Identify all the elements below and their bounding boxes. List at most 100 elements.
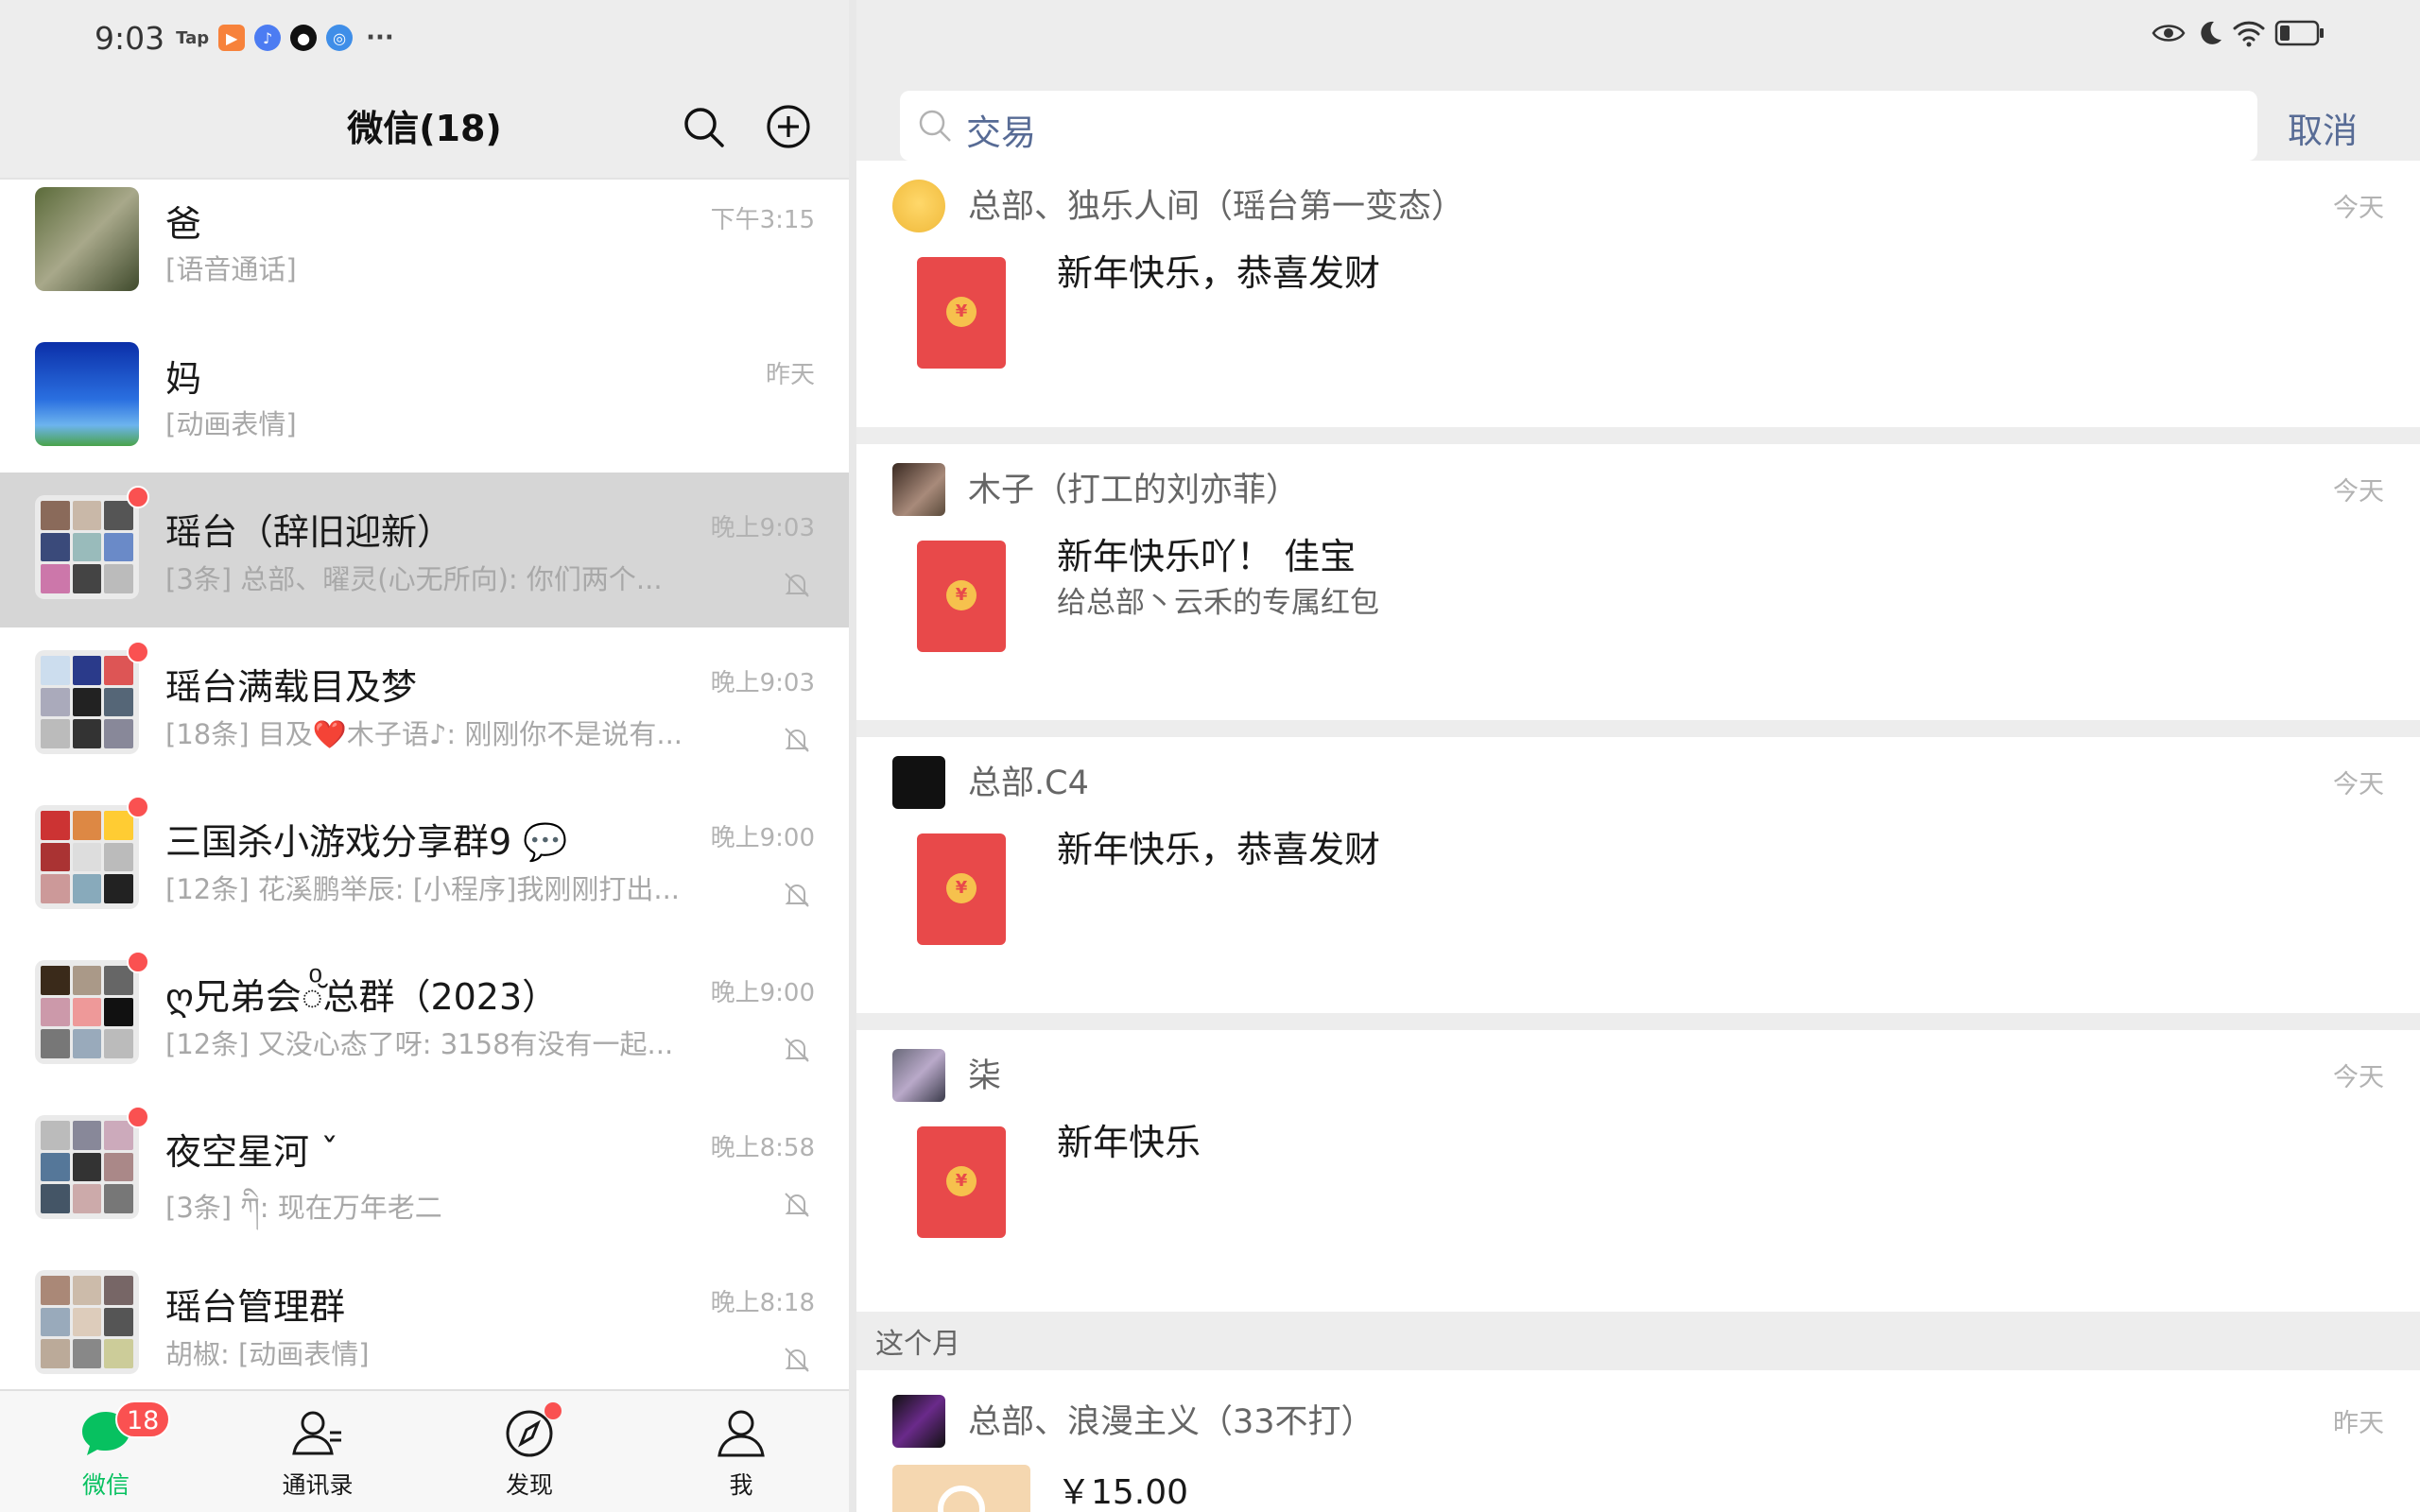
result-item[interactable]: 总部、浪漫主义（33不打） 昨天 ￥15.00 xyxy=(856,1370,2420,1512)
mute-bell-icon xyxy=(785,1348,809,1372)
moon-icon xyxy=(2201,21,2221,44)
result-item[interactable]: 总部、独乐人间（瑶台第一变态） 今天 ¥ 新年快乐，恭喜发财 xyxy=(856,161,2420,427)
result-time: 今天 xyxy=(2333,770,2384,799)
group-avatar xyxy=(35,1270,139,1374)
result-subtitle: 给总部丶云禾的专属红包 xyxy=(1057,586,1379,620)
avatar xyxy=(35,187,139,291)
group-avatar xyxy=(35,650,139,754)
avatar xyxy=(892,180,945,232)
chat-preview: [3条] ཀི: 现在万年老二 xyxy=(165,1192,442,1224)
chat-item-brotherhood[interactable]: ღ兄弟会◌ͦ̆总群（2023） [12条] 又没心态了呀: 3158有没有一起.… xyxy=(0,937,849,1092)
result-time: 今天 xyxy=(2333,194,2384,223)
wifi-icon xyxy=(2233,21,2265,47)
group-avatar xyxy=(35,805,139,909)
search-icon[interactable] xyxy=(681,104,726,149)
chat-item-sanguosha[interactable]: 三国杀小游戏分享群9 💬 [12条] 花溪鹏举辰: [小程序]我刚刚打出... … xyxy=(0,782,849,937)
chat-name: ღ兄弟会◌ͦ̆总群（2023） xyxy=(165,976,559,1018)
taptap-icon: Tap xyxy=(176,27,210,48)
music-app-icon: ♪ xyxy=(254,25,282,51)
unread-dot xyxy=(127,486,149,508)
chat-item-yekong[interactable]: 夜空星河 ˇ [3条] ཀི: 现在万年老二 晚上8:58 xyxy=(0,1092,849,1247)
status-time: 9:03 xyxy=(95,19,165,57)
tab-me[interactable]: 我 xyxy=(684,1408,798,1501)
chat-name: 瑶台（辞旧迎新） xyxy=(165,511,454,553)
contacts-icon xyxy=(292,1411,341,1455)
avatar xyxy=(892,1049,945,1102)
result-time: 今天 xyxy=(2333,477,2384,507)
result-sender: 总部、独乐人间（瑶台第一变态） xyxy=(968,188,1465,226)
group-avatar xyxy=(35,495,139,599)
mute-bell-icon xyxy=(785,728,809,752)
pane-divider[interactable] xyxy=(849,0,856,1512)
chat-time: 下午3:15 xyxy=(710,206,815,234)
person-icon xyxy=(717,1410,765,1457)
result-message: 新年快乐，恭喜发财 xyxy=(1057,252,1381,294)
chat-preview: [12条] 又没心态了呀: 3158有没有一起... xyxy=(165,1028,674,1060)
result-message: 新年快乐吖！ 佳宝 xyxy=(1057,536,1357,577)
result-item[interactable]: 木子（打工的刘亦菲） 今天 ¥ 新年快乐吖！ 佳宝 给总部丶云禾的专属红包 xyxy=(856,444,2420,720)
status-bar-right xyxy=(2152,19,2325,47)
battery-icon xyxy=(2274,20,2324,46)
chat-item-mom[interactable]: 妈 [动画表情] 昨天 xyxy=(0,335,849,490)
chat-name: 瑶台满载目及梦 xyxy=(165,666,418,708)
mute-bell-icon xyxy=(785,1193,809,1217)
transfer-amount: ￥15.00 xyxy=(1057,1473,1189,1512)
result-time: 今天 xyxy=(2333,1063,2384,1092)
chat-preview: [动画表情] xyxy=(165,408,297,440)
chat-item-yaotai-admin[interactable]: 瑶台管理群 胡椒: [动画表情] 晚上8:18 xyxy=(0,1247,849,1389)
tab-discover[interactable]: 发现 xyxy=(473,1402,586,1501)
chat-preview: [18条] 目及❤️木子语♪: 刚刚你不是说有... xyxy=(165,718,683,750)
chat-name: 瑶台管理群 xyxy=(165,1286,346,1328)
chat-list-pane: 9:03 Tap ▶ ♪ ● ◎ ··· 微信(18) 爸 [语音通话] 下午3… xyxy=(0,0,849,1512)
chat-preview: [12条] 花溪鹏举辰: [小程序]我刚刚打出... xyxy=(165,873,681,905)
video-app-icon: ▶ xyxy=(218,25,246,51)
chat-name: 三国杀小游戏分享群9 💬 xyxy=(165,821,568,863)
tab-contacts[interactable]: 通讯录 xyxy=(261,1408,374,1501)
qq-icon: ● xyxy=(290,25,318,51)
chat-preview: [3条] 总部、曜灵(心无所向): 你们两个... xyxy=(165,563,663,595)
tab-label: 通讯录 xyxy=(282,1471,354,1499)
result-sender: 木子（打工的刘亦菲） xyxy=(968,472,1300,509)
cancel-button[interactable]: 取消 xyxy=(2288,102,2358,153)
chat-name: 妈 xyxy=(165,358,202,400)
tab-label: 我 xyxy=(729,1471,753,1499)
avatar xyxy=(892,463,945,516)
red-packet-icon: ¥ xyxy=(917,257,1006,369)
result-sender: 总部.C4 xyxy=(968,765,1089,802)
section-header: 这个月 xyxy=(856,1321,2420,1368)
more-notifications-icon: ··· xyxy=(366,24,394,52)
chat-time: 昨天 xyxy=(765,361,815,389)
chat-name: 夜空星河 ˇ xyxy=(165,1131,339,1173)
result-message: 新年快乐，恭喜发财 xyxy=(1057,829,1381,870)
chat-preview: [语音通话] xyxy=(165,253,297,285)
chat-time: 晚上9:00 xyxy=(710,824,815,852)
result-sender: 柒 xyxy=(968,1057,1002,1095)
result-message: 新年快乐 xyxy=(1057,1122,1201,1163)
search-query: 交易 xyxy=(966,112,1036,153)
transfer-thumbnail xyxy=(892,1465,1030,1512)
result-item[interactable]: 柒 今天 ¥ 新年快乐 xyxy=(856,1030,2420,1312)
red-packet-icon: ¥ xyxy=(917,833,1006,945)
unread-dot xyxy=(127,641,149,663)
unread-dot xyxy=(127,951,149,973)
result-sender: 总部、浪漫主义（33不打） xyxy=(968,1403,1374,1441)
search-field[interactable]: 交易 xyxy=(900,91,2257,161)
search-results-pane: 交易 取消 总部、独乐人间（瑶台第一变态） 今天 ¥ 新年快乐，恭喜发财 木子（… xyxy=(856,0,2420,1512)
unread-badge: 18 xyxy=(115,1400,171,1438)
mute-bell-icon xyxy=(785,573,809,597)
chat-time: 晚上9:00 xyxy=(710,979,815,1007)
chat-item-dad[interactable]: 爸 [语音通话] 下午3:15 xyxy=(0,180,849,335)
add-icon[interactable] xyxy=(766,104,811,149)
search-results: 总部、独乐人间（瑶台第一变态） 今天 ¥ 新年快乐，恭喜发财 木子（打工的刘亦菲… xyxy=(856,161,2420,1512)
chat-time: 晚上9:03 xyxy=(710,669,815,697)
result-item[interactable]: 总部.C4 今天 ¥ 新年快乐，恭喜发财 xyxy=(856,737,2420,1013)
discover-dot xyxy=(544,1402,562,1419)
chat-item-yaotai[interactable]: 瑶台（辞旧迎新） [3条] 总部、曜灵(心无所向): 你们两个... 晚上9:0… xyxy=(0,472,849,627)
group-avatar xyxy=(35,1115,139,1219)
red-packet-icon: ¥ xyxy=(917,541,1006,652)
chat-preview: 胡椒: [动画表情] xyxy=(165,1338,370,1370)
tab-chats[interactable]: 微信 18 xyxy=(49,1400,171,1501)
left-header: 9:03 Tap ▶ ♪ ● ◎ ··· 微信(18) xyxy=(0,0,849,180)
chat-item-yaotai-manzai[interactable]: 瑶台满载目及梦 [18条] 目及❤️木子语♪: 刚刚你不是说有... 晚上9:0… xyxy=(0,627,849,782)
chat-list: 爸 [语音通话] 下午3:15 妈 [动画表情] 昨天 瑶台（辞旧迎新） [3条… xyxy=(0,180,849,1389)
